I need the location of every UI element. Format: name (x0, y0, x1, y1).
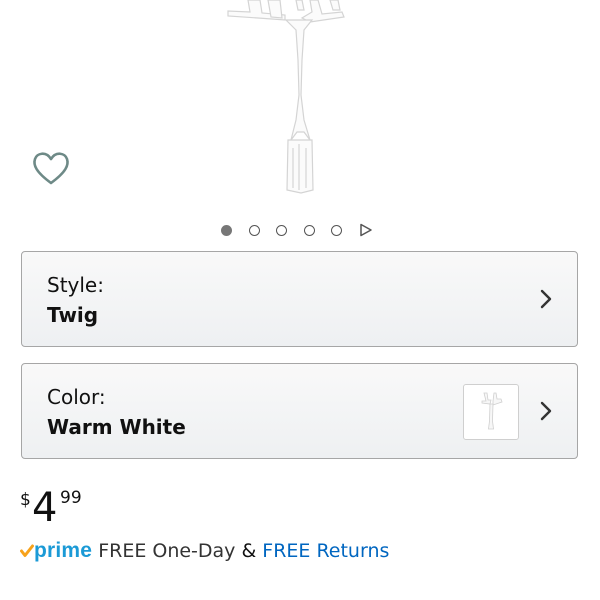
style-selector[interactable]: Style: Twig (21, 251, 578, 347)
play-icon[interactable] (359, 223, 373, 237)
free-returns-link[interactable]: FREE Returns (262, 540, 389, 562)
style-value: Twig (47, 303, 99, 327)
color-swatch-thumbnail[interactable] (463, 384, 519, 440)
chevron-right-icon (540, 289, 552, 309)
color-selector[interactable]: Color: Warm White (21, 363, 578, 459)
product-image[interactable] (0, 0, 600, 215)
color-label: Color: (47, 385, 106, 409)
heart-icon[interactable] (30, 148, 72, 188)
price-currency: $ (20, 490, 31, 510)
check-icon (20, 544, 34, 557)
prime-logo: prime (20, 539, 92, 563)
carousel-dot[interactable] (248, 224, 260, 236)
shipping-info: prime FREE One-Day & FREE Returns (20, 536, 389, 566)
carousel-dot[interactable] (331, 224, 342, 236)
free-one-day-text: FREE One-Day (98, 540, 236, 562)
prime-label: prime (34, 539, 93, 562)
price-whole: 4 (32, 485, 58, 531)
carousel-dot[interactable] (303, 224, 315, 236)
ampersand: & (241, 540, 257, 562)
color-value: Warm White (47, 415, 186, 439)
carousel-dots (221, 222, 373, 238)
carousel-dot[interactable] (276, 224, 287, 236)
carousel-dot[interactable] (221, 224, 232, 236)
price-fraction: 99 (60, 488, 82, 508)
chevron-right-icon (540, 401, 552, 421)
style-label: Style: (47, 273, 104, 297)
